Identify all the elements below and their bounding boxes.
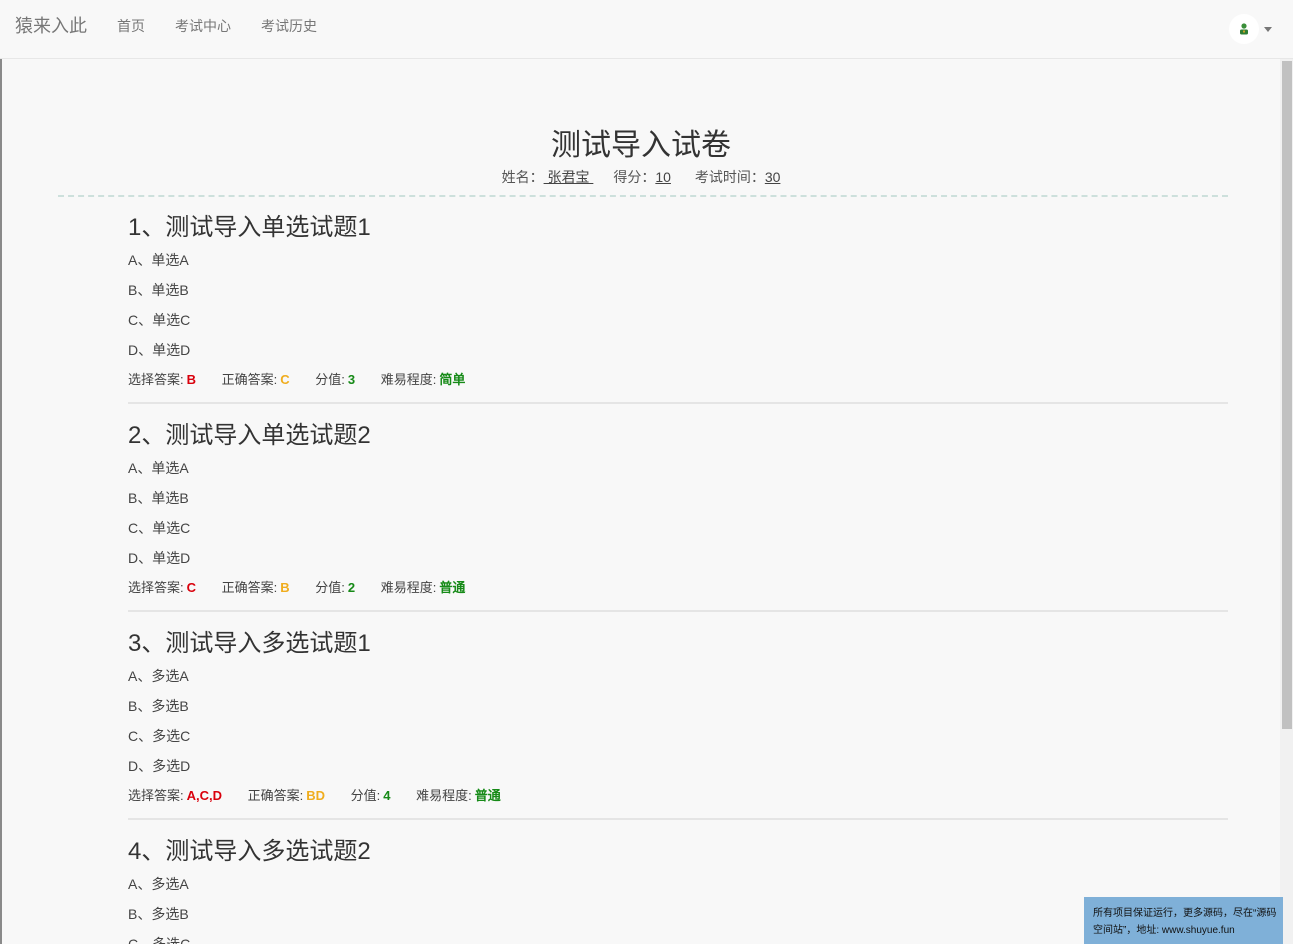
paper-content: 测试导入试卷 姓名： 张君宝 得分：10 考试时间：30 1、测试导入单选试题1… <box>0 59 1280 944</box>
question-divider <box>128 818 1228 820</box>
navbar: 猿来入此 首页 考试中心 考试历史 <box>0 0 1293 59</box>
promo-banner-line1: 所有项目保证运行，更多源码，尽在“源码 <box>1093 908 1277 919</box>
question-title: 4、测试导入多选试题2 <box>128 838 371 865</box>
option-a: A、多选A <box>128 668 189 684</box>
option-b: B、单选B <box>128 282 189 298</box>
question-meta: 选择答案: B 正确答案: C 分值: 3 难易程度: 简单 <box>128 372 466 387</box>
exam-time-value: 30 <box>764 169 781 185</box>
question-4: 4、测试导入多选试题2 A、多选A B、多选B C、多选C <box>128 836 1228 944</box>
score: 得分：10 <box>613 169 671 185</box>
promo-banner-line2: 空间站”，地址: www.shuyue.fun <box>1093 925 1235 936</box>
brand-logo[interactable]: 猿来入此 <box>15 12 87 38</box>
correct-answer: BD <box>306 788 326 803</box>
option-b: B、多选B <box>128 698 189 714</box>
points-value: 4 <box>383 788 391 803</box>
difficulty-value: 简单 <box>439 372 466 387</box>
points-value: 2 <box>347 580 356 595</box>
question-title: 2、测试导入单选试题2 <box>128 422 371 449</box>
paper-info: 姓名： 张君宝 得分：10 考试时间：30 <box>2 167 1280 187</box>
selected-answer: C <box>186 580 197 595</box>
option-c: C、多选C <box>128 936 191 944</box>
nav-exam-history[interactable]: 考试历史 <box>261 16 317 36</box>
promo-banner[interactable]: 所有项目保证运行，更多源码，尽在“源码 空间站”，地址: www.shuyue.… <box>1084 897 1283 944</box>
header-divider <box>58 195 1228 197</box>
dropdown-caret-icon[interactable] <box>1264 27 1272 32</box>
question-title: 3、测试导入多选试题1 <box>128 630 371 657</box>
option-a: A、单选A <box>128 252 189 268</box>
selected-answer: B <box>186 372 197 387</box>
option-d: D、单选D <box>128 550 191 566</box>
question-divider <box>128 402 1228 404</box>
user-avatar-icon-graphic <box>1240 23 1248 35</box>
nav-home[interactable]: 首页 <box>117 16 145 36</box>
question-title: 1、测试导入单选试题1 <box>128 214 371 241</box>
option-b: B、单选B <box>128 490 189 506</box>
difficulty-value: 普通 <box>439 580 466 595</box>
nav-exam-center[interactable]: 考试中心 <box>175 16 231 36</box>
user-avatar-icon[interactable] <box>1229 14 1259 44</box>
student-name: 姓名： 张君宝 <box>501 169 594 185</box>
question-meta: 选择答案: A,C,D 正确答案: BD 分值: 4 难易程度: 普通 <box>128 788 501 803</box>
correct-answer: B <box>280 580 290 595</box>
points-value: 3 <box>347 372 356 387</box>
scrollbar-thumb[interactable] <box>1282 61 1292 729</box>
correct-answer: C <box>280 372 290 387</box>
option-d: D、多选D <box>128 758 191 774</box>
option-a: A、多选A <box>128 876 189 892</box>
option-c: C、单选C <box>128 520 191 536</box>
exam-time: 考试时间：30 <box>694 169 781 185</box>
option-c: C、多选C <box>128 728 191 744</box>
question-1: 1、测试导入单选试题1 A、单选A B、单选B C、单选C D、单选D 选择答案… <box>128 212 1228 390</box>
question-meta: 选择答案: C 正确答案: B 分值: 2 难易程度: 普通 <box>128 580 466 595</box>
score-value: 10 <box>655 169 671 185</box>
paper-title: 测试导入试卷 <box>551 129 731 162</box>
option-c: C、单选C <box>128 312 191 328</box>
question-3: 3、测试导入多选试题1 A、多选A B、多选B C、多选C D、多选D 选择答案… <box>128 628 1228 806</box>
difficulty-value: 普通 <box>474 788 501 803</box>
question-divider <box>128 610 1228 612</box>
option-d: D、单选D <box>128 342 191 358</box>
student-name-value: 张君宝 <box>543 169 594 185</box>
option-b: B、多选B <box>128 906 189 922</box>
option-a: A、单选A <box>128 460 189 476</box>
question-2: 2、测试导入单选试题2 A、单选A B、单选B C、单选C D、单选D 选择答案… <box>128 420 1228 598</box>
selected-answer: A,C,D <box>186 788 223 803</box>
